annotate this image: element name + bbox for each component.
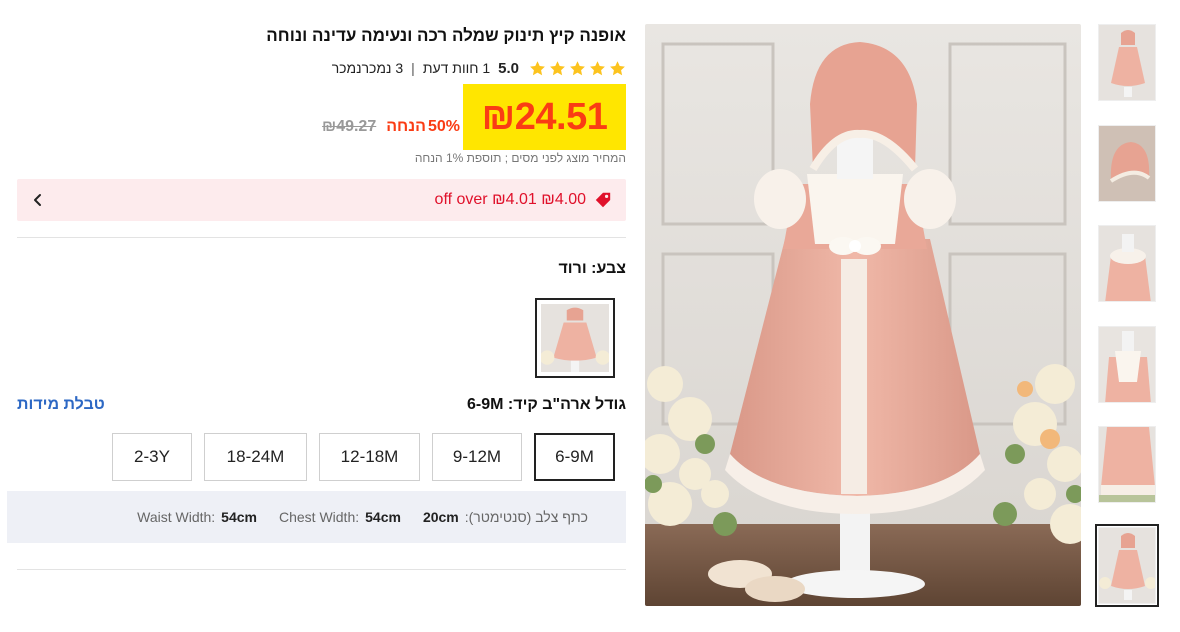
- size-label: גודל ארה"ב קיד: 6-9M: [467, 396, 626, 413]
- measure-label: Waist Width:: [137, 509, 216, 525]
- measure-label: Chest Width:: [278, 509, 360, 525]
- product-title: אופנה קיץ תינוק שמלה רכה ונעימה עדינה ונ…: [266, 26, 626, 45]
- size-options: 6-9M 9-12M 12-18M 18-24M 2-3Y: [112, 433, 615, 481]
- measurements-panel: כתף צלב (סנטימטר): 20cm Chest Width: 54c…: [7, 491, 626, 543]
- reviews-link[interactable]: 1 חוות דעת: [423, 60, 490, 76]
- current-price: ₪24.51: [481, 95, 608, 138]
- star-icon: [570, 60, 585, 75]
- coupon-tag-icon: [595, 192, 611, 208]
- size-option-12-18m[interactable]: 12-18M: [319, 433, 420, 481]
- price-highlight: ₪24.51: [463, 84, 626, 150]
- color-swatch-pink[interactable]: [535, 298, 615, 378]
- swatch-thumbnail: [541, 304, 609, 372]
- coupon-banner[interactable]: ₪4.00 ₪4.01 off over: [17, 179, 626, 221]
- size-option-2-3y[interactable]: 2-3Y: [112, 433, 192, 481]
- measure-value: 54cm: [365, 509, 401, 525]
- size-option-9-12m[interactable]: 9-12M: [432, 433, 522, 481]
- reviews-count: 1: [482, 60, 491, 76]
- star-icon: [590, 60, 605, 75]
- tax-note: המחיר מוצג לפני מסים ; תוספת 1% הנחה: [414, 151, 626, 165]
- thumbnail-dress-full[interactable]: [1095, 524, 1159, 607]
- thumbnail-dress-hem[interactable]: [1098, 426, 1156, 503]
- measure-value: 20cm: [422, 509, 459, 525]
- rating-row: 5.0 1 חוות דעת | 3 נמכרנמכר: [332, 58, 626, 78]
- size-option-6-9m[interactable]: 6-9M: [534, 433, 615, 481]
- product-info: אופנה קיץ תינוק שמלה רכה ונעימה עדינה ונ…: [7, 0, 626, 632]
- star-icon: [550, 60, 565, 75]
- star-rating[interactable]: [529, 60, 626, 77]
- color-label: צבע: ורוד: [558, 260, 626, 277]
- thumbnail-bodice-back[interactable]: [1098, 225, 1156, 302]
- sold-label: נמכרנמכר: [331, 60, 392, 76]
- main-product-image[interactable]: [645, 24, 1081, 606]
- sold-count: 3: [395, 60, 404, 76]
- thumbnail-bodice-front[interactable]: [1098, 326, 1156, 403]
- original-price: ₪49.27: [322, 118, 377, 135]
- star-icon: [610, 60, 625, 75]
- measure-label: כתף צלב (סנטימטר):: [464, 509, 588, 525]
- measure-shoulder: כתף צלב (סנטימטר): 20cm: [423, 509, 588, 525]
- separator: |: [411, 60, 415, 76]
- discount-label: הנחה: [386, 118, 426, 135]
- star-icon: [530, 60, 545, 75]
- discount-percent: 50%: [427, 118, 460, 135]
- rating-score: 5.0: [498, 59, 519, 77]
- dress-photo: [645, 24, 1081, 606]
- reviews-label: חוות דעת: [422, 60, 479, 76]
- measure-waist: Waist Width: 54cm: [137, 509, 257, 525]
- measure-chest: Chest Width: 54cm: [279, 509, 401, 525]
- discount-row: 50% הנחה ₪49.27: [322, 116, 460, 138]
- coupon-text: ₪4.00 ₪4.01 off over: [434, 191, 586, 208]
- thumbnail-dress-front[interactable]: [1098, 24, 1156, 101]
- size-chart-link[interactable]: טבלת מידות: [17, 396, 105, 414]
- divider: [17, 237, 626, 238]
- divider: [17, 569, 626, 570]
- thumbnail-bonnet[interactable]: [1098, 125, 1156, 202]
- size-option-18-24m[interactable]: 18-24M: [204, 433, 307, 481]
- measure-value: 54cm: [221, 509, 257, 525]
- chevron-left-icon: [34, 194, 41, 206]
